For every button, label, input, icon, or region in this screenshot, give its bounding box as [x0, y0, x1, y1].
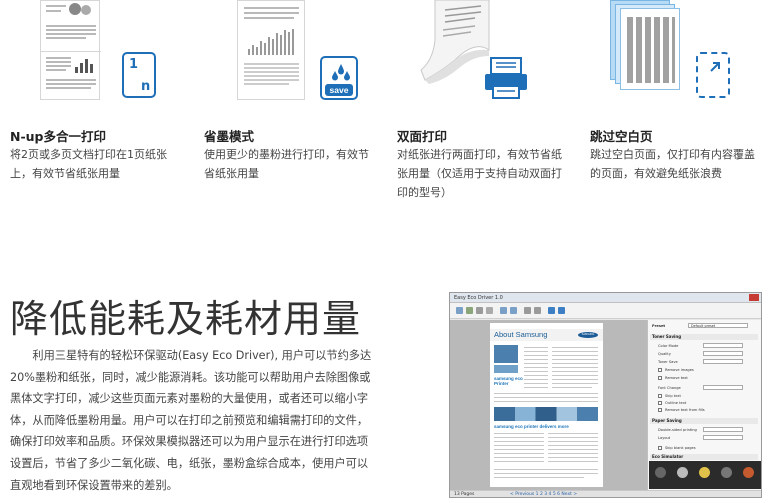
duplex-printer-icon [483, 56, 529, 100]
toner-save-sheet [237, 0, 305, 100]
font-change-select[interactable] [703, 385, 743, 390]
panel-row-outline-text: Outline text [665, 401, 687, 405]
color-mode-select[interactable] [703, 343, 743, 348]
status-bar: 13 Pages < Previous 1 2 3 4 5 6 Next > [450, 490, 761, 497]
remove-text-checkbox[interactable] [658, 376, 662, 380]
n-up-icon: 1 n [122, 52, 156, 98]
cost-icon [743, 467, 754, 478]
feature-nup-title: N-up多合一打印 [10, 129, 106, 144]
toner-saving-header: Toner Saving [650, 334, 758, 340]
outline-text-checkbox[interactable] [658, 401, 662, 405]
panel-row-remove-fills: Remove text from fills [665, 408, 705, 412]
feature-duplex-desc: 对纸张进行两面打印，有效节省纸 张用量（仅适用于支持自动双面打 印的型号） [397, 148, 562, 199]
page-photo-strip [494, 407, 598, 421]
zoom-out-icon[interactable] [534, 307, 541, 314]
panel-row-remove-text: Remove text [665, 376, 688, 380]
layout-select[interactable] [703, 435, 743, 440]
remove-fills-checkbox[interactable] [658, 408, 662, 412]
page-header: About Samsung SAMSUNG [490, 329, 603, 341]
preset-label: Preset [652, 324, 666, 328]
feature-skip-blank-title: 跳过空白页 [590, 129, 653, 144]
section-body: 利用三星特有的轻松环保驱动(Easy Eco Driver), 用户可以节约多达… [10, 349, 372, 492]
window-titlebar: Easy Eco Driver 1.0 [450, 293, 761, 303]
eco-simulator [649, 461, 761, 489]
co2-icon [721, 467, 732, 478]
n-up-icon-n: n [141, 79, 151, 94]
select-tool-icon[interactable] [456, 307, 463, 314]
stacked-page-front [620, 8, 680, 90]
feature-toner-save-desc: 使用更少的墨粉进行打印，有效节 省纸张用量 [204, 148, 369, 180]
panel-row-quality: Quality [658, 352, 671, 356]
settings-panel: Preset Default preset Toner Saving Color… [647, 320, 761, 490]
print-icon[interactable] [558, 307, 565, 314]
skip-blank-page-icon [696, 52, 730, 98]
panel-row-font-change: Font Change [658, 386, 681, 390]
toner-save-icon: save [320, 56, 358, 100]
panel-row-skip-blank: Skip blank pages [665, 446, 696, 450]
eco-driver-window: Easy Eco Driver 1.0 About Samsung SAMSUN… [449, 292, 762, 498]
feature-duplex-title: 双面打印 [397, 129, 448, 144]
printer-icon [485, 57, 527, 99]
preset-select[interactable]: Default preset [688, 323, 748, 328]
skip-text-checkbox[interactable] [658, 394, 662, 398]
double-sided-select[interactable] [703, 427, 743, 432]
page-heading-1: samsung eco Printer [494, 376, 523, 386]
panel-row-toner-save: Toner Save [658, 360, 678, 364]
save-icon[interactable] [548, 307, 555, 314]
samsung-logo: SAMSUNG [578, 332, 598, 338]
toolbar [450, 303, 761, 319]
undo-icon[interactable] [500, 307, 507, 314]
feature-nup-desc: 将2页或多页文档打印在1页纸张 上，有效节省纸张用量 [10, 148, 167, 180]
feature-skip-blank-desc: 跳过空白页面，仅打印有内容覆盖 的页面，有效避免纸张浪费 [590, 148, 755, 180]
quality-select[interactable] [703, 351, 743, 356]
text-tool-icon[interactable] [486, 307, 493, 314]
feature-toner-save-illustration: save [237, 0, 367, 112]
feature-duplex-illustration [415, 0, 535, 112]
section-title: 降低能耗及耗材用量 [10, 297, 362, 341]
move-tool-icon[interactable] [466, 307, 473, 314]
panel-row-remove-images: Remove images [665, 368, 694, 372]
ink-drops-icon [332, 64, 350, 81]
zoom-in-icon[interactable] [524, 307, 531, 314]
toner-save-label: save [325, 84, 353, 96]
page-photo-2 [494, 365, 518, 373]
paper-saving-header: Paper Saving [650, 418, 758, 424]
feature-toner-save-title: 省墨模式 [204, 129, 255, 144]
crop-tool-icon[interactable] [476, 307, 483, 314]
page-count: 13 Pages [454, 492, 475, 497]
page-preview-area: About Samsung SAMSUNG samsung eco Printe… [450, 320, 647, 490]
n-up-icon-one: 1 [129, 57, 139, 72]
remove-images-checkbox[interactable] [658, 368, 662, 372]
eco-simulator-header: Eco Simulator [650, 454, 758, 460]
feature-skip-blank-illustration [610, 0, 740, 112]
feature-nup-illustration: 1 n [40, 0, 160, 112]
paper-icon [677, 467, 688, 478]
panel-row-color-mode: Color Mode [658, 344, 679, 348]
preview-page: About Samsung SAMSUNG samsung eco Printe… [490, 323, 603, 487]
page-title: About Samsung [494, 330, 548, 339]
toner-save-select[interactable] [703, 359, 743, 364]
close-icon[interactable] [749, 294, 759, 301]
redo-icon[interactable] [510, 307, 517, 314]
skip-blank-checkbox[interactable] [658, 446, 662, 450]
arrow-up-right-icon [710, 62, 720, 72]
toner-icon [655, 467, 666, 478]
energy-icon [699, 467, 710, 478]
page-photo-1 [494, 345, 518, 363]
window-title: Easy Eco Driver 1.0 [454, 295, 503, 301]
page-navigation[interactable]: < Previous 1 2 3 4 5 6 Next > [510, 492, 577, 497]
nup-sheet [40, 0, 101, 100]
page-heading-2: samsung eco printer delivers more [494, 424, 569, 429]
panel-row-skip-text: Skip text [665, 394, 681, 398]
panel-row-layout: Layout [658, 436, 671, 440]
panel-row-double-sided: Double-sided printing [658, 428, 697, 432]
